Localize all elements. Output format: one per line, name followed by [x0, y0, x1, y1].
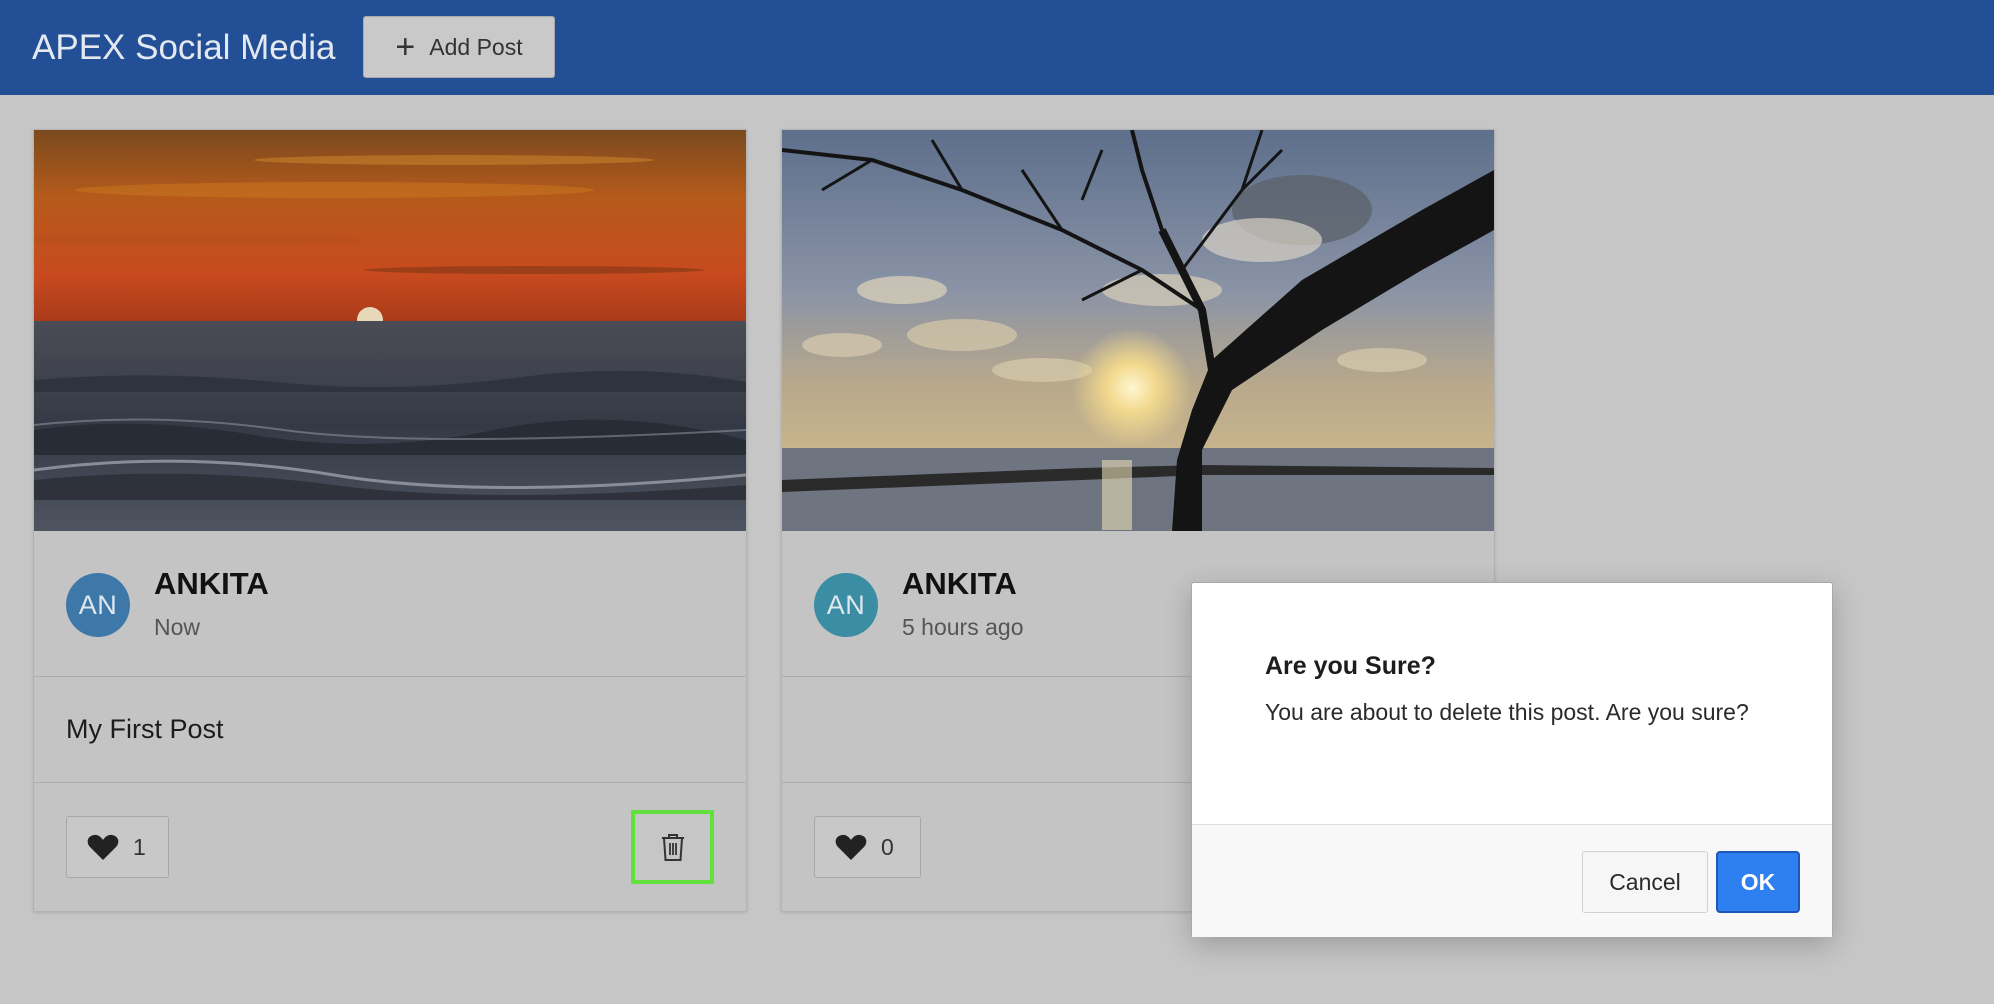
- confirm-dialog: Are you Sure? You are about to delete th…: [1191, 582, 1833, 937]
- post-time: 5 hours ago: [902, 614, 1024, 640]
- post-time: Now: [154, 614, 201, 640]
- post-author: ANKITA: [902, 566, 1017, 601]
- heart-icon: [835, 834, 867, 860]
- trash-icon: [661, 834, 684, 861]
- post-text: My First Post: [66, 714, 224, 744]
- heart-icon: [87, 834, 119, 860]
- post-image: [782, 130, 1494, 531]
- add-post-button[interactable]: + Add Post: [363, 16, 555, 78]
- like-count: 1: [133, 833, 146, 860]
- cancel-button[interactable]: Cancel: [1582, 851, 1708, 913]
- dialog-footer: Cancel OK: [1192, 824, 1832, 937]
- dialog-message: You are about to delete this post. Are y…: [1265, 699, 1749, 725]
- like-count: 0: [881, 833, 894, 860]
- plus-icon: +: [395, 28, 416, 66]
- avatar: AN: [66, 573, 130, 637]
- avatar: AN: [814, 573, 878, 637]
- like-button[interactable]: 1: [66, 816, 169, 878]
- app-title: APEX Social Media: [32, 28, 336, 67]
- post-image: [34, 130, 746, 531]
- app-header: APEX Social Media + Add Post: [0, 0, 1994, 95]
- post-card: AN ANKITA Now My First Post 1: [33, 129, 747, 912]
- delete-post-button[interactable]: [631, 810, 714, 884]
- ok-button[interactable]: OK: [1716, 851, 1800, 913]
- add-post-label: Add Post: [429, 33, 523, 60]
- divider: [34, 782, 746, 783]
- divider: [34, 676, 746, 677]
- post-author: ANKITA: [154, 566, 269, 601]
- dialog-title: Are you Sure?: [1265, 652, 1436, 680]
- like-button[interactable]: 0: [814, 816, 921, 878]
